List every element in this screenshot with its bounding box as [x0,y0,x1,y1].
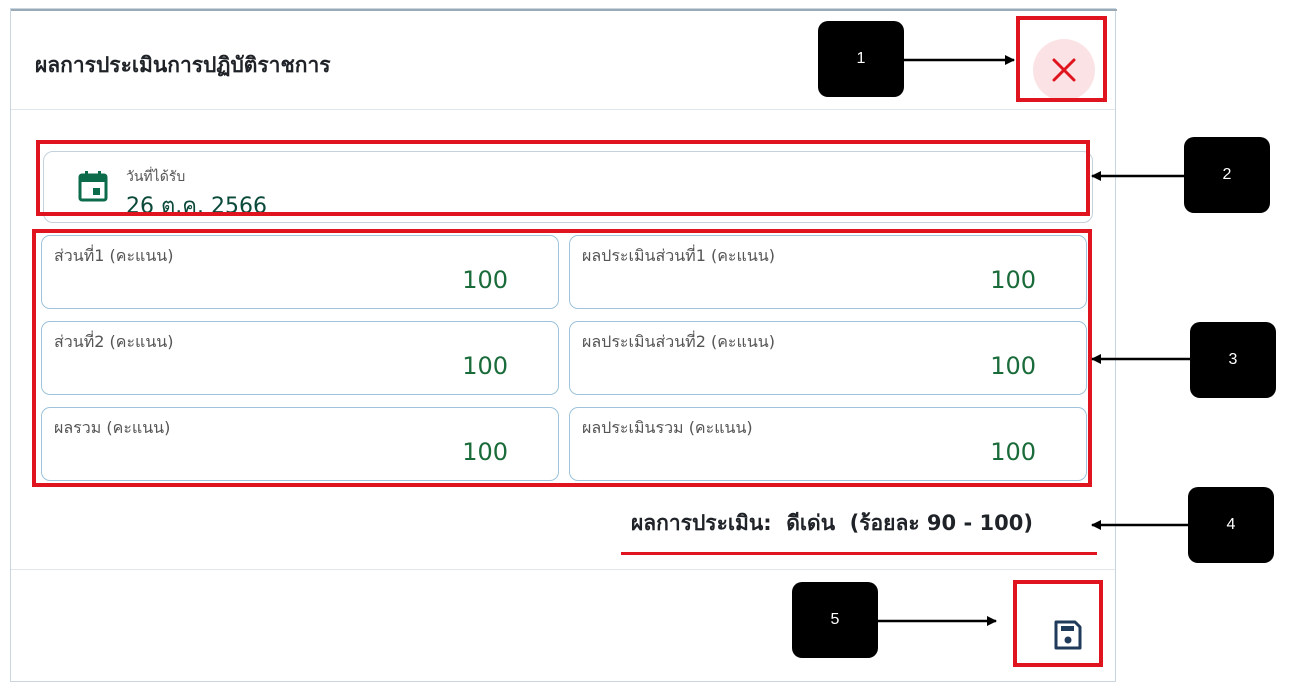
callout-arrows [878,55,1190,626]
